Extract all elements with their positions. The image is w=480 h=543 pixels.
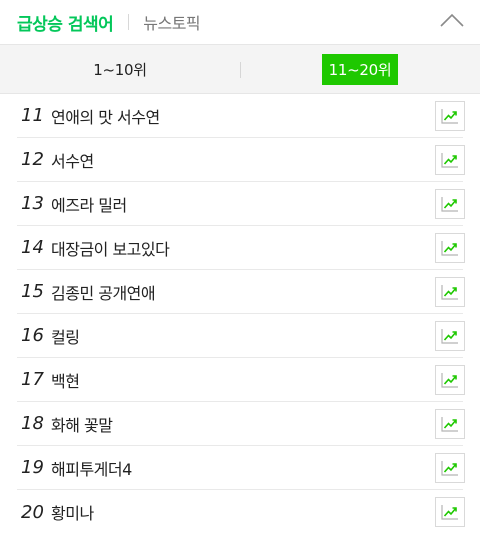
trend-chart-icon[interactable] bbox=[435, 320, 465, 351]
keyword-link[interactable]: 대장금이 보고있다 bbox=[51, 236, 435, 260]
tab-rank-1-10[interactable]: 1~10위 bbox=[0, 45, 240, 93]
trend-chart-icon[interactable] bbox=[435, 232, 465, 263]
rank-number: 18 bbox=[21, 413, 44, 434]
keyword-link[interactable]: 황미나 bbox=[51, 500, 435, 524]
tab-realtime-search[interactable]: 급상승 검색어 bbox=[17, 10, 114, 35]
trend-chart-icon[interactable] bbox=[435, 144, 465, 175]
keyword-link[interactable]: 컬링 bbox=[51, 324, 435, 348]
tab-rank-1-10-label: 1~10위 bbox=[93, 60, 147, 79]
list-item[interactable]: 17 백현 bbox=[17, 358, 465, 402]
list-item[interactable]: 11 연애의 맛 서수연 bbox=[17, 94, 465, 138]
keyword-link[interactable]: 김종민 공개연애 bbox=[51, 280, 435, 304]
keyword-list: 11 연애의 맛 서수연 12 서수연 13 에즈라 밀러 14 대장금이 보고있다 15 김종민… bbox=[0, 94, 480, 534]
keyword-link[interactable]: 백현 bbox=[51, 368, 435, 392]
rank-number: 19 bbox=[21, 457, 44, 478]
trend-chart-icon[interactable] bbox=[435, 100, 465, 131]
list-item[interactable]: 15 김종민 공개연애 bbox=[17, 270, 465, 314]
keyword-link[interactable]: 해피투게더4 bbox=[51, 456, 435, 480]
keyword-link[interactable]: 연애의 맛 서수연 bbox=[51, 104, 435, 128]
rank-number: 20 bbox=[21, 501, 44, 523]
trend-chart-icon[interactable] bbox=[435, 452, 465, 483]
list-item[interactable]: 13 에즈라 밀러 bbox=[17, 182, 465, 226]
rank-number: 16 bbox=[21, 325, 44, 346]
rank-range-tabs: 1~10위 11~20위 bbox=[0, 44, 480, 94]
rank-number: 12 bbox=[21, 149, 44, 170]
list-item[interactable]: 18 화해 꽃말 bbox=[17, 402, 465, 446]
trend-chart-icon[interactable] bbox=[435, 497, 465, 527]
tab-rank-11-20[interactable]: 11~20위 bbox=[240, 45, 480, 93]
keyword-link[interactable]: 화해 꽃말 bbox=[51, 412, 435, 436]
rank-number: 13 bbox=[21, 193, 44, 214]
trend-chart-icon[interactable] bbox=[435, 188, 465, 219]
trend-chart-icon[interactable] bbox=[435, 408, 465, 439]
rank-number: 11 bbox=[21, 105, 44, 126]
tab-rank-11-20-label: 11~20위 bbox=[321, 53, 399, 85]
rank-number: 14 bbox=[21, 237, 44, 258]
subtab-divider bbox=[240, 62, 241, 78]
header: 급상승 검색어 뉴스토픽 bbox=[0, 0, 480, 44]
list-item[interactable]: 14 대장금이 보고있다 bbox=[17, 226, 465, 270]
trend-chart-icon[interactable] bbox=[435, 276, 465, 307]
chevron-up-icon[interactable] bbox=[438, 8, 466, 32]
trend-chart-icon[interactable] bbox=[435, 364, 465, 395]
list-item[interactable]: 12 서수연 bbox=[17, 138, 465, 182]
keyword-link[interactable]: 에즈라 밀러 bbox=[51, 192, 435, 216]
list-item[interactable]: 19 해피투게더4 bbox=[17, 446, 465, 490]
list-item[interactable]: 20 황미나 bbox=[17, 490, 465, 534]
keyword-link[interactable]: 서수연 bbox=[51, 148, 435, 172]
list-item[interactable]: 16 컬링 bbox=[17, 314, 465, 358]
rank-number: 17 bbox=[21, 369, 44, 390]
tab-divider bbox=[128, 14, 130, 30]
tab-news-topic[interactable]: 뉴스토픽 bbox=[143, 10, 200, 34]
rank-number: 15 bbox=[21, 281, 44, 302]
